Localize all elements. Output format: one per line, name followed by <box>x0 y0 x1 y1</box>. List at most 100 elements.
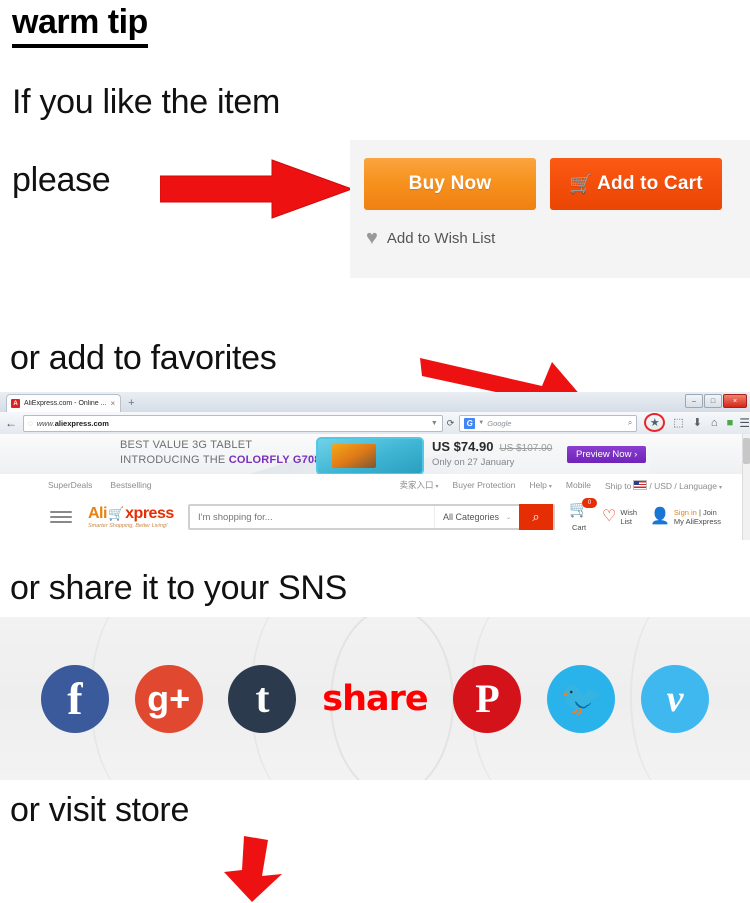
wish-list-label: Add to Wish List <box>386 229 496 247</box>
account-button[interactable]: 👤 Sign in | Join My AliExpress <box>650 508 721 526</box>
nav-buyer-protection[interactable]: Buyer Protection <box>453 480 516 490</box>
promo-line-1: BEST VALUE 3G TABLET <box>120 439 253 451</box>
window-controls: – □ × <box>685 394 747 408</box>
facebook-icon[interactable]: f <box>40 664 109 733</box>
url-bar[interactable]: ◌ www.aliexpress.com ▼ <box>23 414 443 432</box>
purchase-button-row: Buy Now 🛒 Add to Cart <box>364 158 722 210</box>
new-tab-button[interactable]: + <box>123 395 139 412</box>
menu-icon[interactable]: ☰ <box>739 416 750 430</box>
googleplus-icon[interactable]: g+ <box>134 664 203 733</box>
scrollbar[interactable] <box>742 434 750 540</box>
library-icon[interactable]: ⬚ <box>673 417 683 429</box>
promo-date: Only on 27 January <box>432 457 515 468</box>
buy-now-button[interactable]: Buy Now <box>364 158 536 210</box>
chevron-down-icon[interactable]: ▼ <box>478 420 484 426</box>
browser-tab-strip: A AliExpress.com - Online ... × + <box>6 394 140 412</box>
browser-toolbar: ← ◌ www.aliexpress.com ▼ ⟳ G ▼ Google ⌕ … <box>0 412 750 435</box>
chevron-down-icon: ⌄ <box>506 514 512 521</box>
bookmark-star-button[interactable]: ★ <box>644 412 666 433</box>
promo-text: BEST VALUE 3G TABLET INTRODUCING THE COL… <box>120 438 321 468</box>
download-icon[interactable]: ⬇ <box>693 417 702 429</box>
add-to-cart-label: Add to Cart <box>597 173 703 194</box>
scrollbar-thumb[interactable] <box>743 438 750 464</box>
preview-now-button[interactable]: Preview Now › <box>567 446 647 463</box>
pinterest-icon[interactable]: P <box>453 664 522 733</box>
minimize-button[interactable]: – <box>685 394 703 408</box>
nav-seller-entrance[interactable]: 卖家入口 ▾ <box>400 479 439 491</box>
logo-xpress: xpress <box>125 504 174 522</box>
favicon-icon: A <box>11 399 20 408</box>
aliexpress-logo[interactable]: Ali 🛒 xpress Smarter Shopping, Better Li… <box>88 504 174 529</box>
search-input[interactable] <box>190 506 434 528</box>
nav-ship-to[interactable]: Ship to / USD / Language ▾ <box>605 479 722 491</box>
tab-title: AliExpress.com - Online ... <box>24 400 107 407</box>
promo-brand: COLORFLY G708 <box>228 454 321 466</box>
hamburger-menu-icon[interactable] <box>50 511 72 523</box>
vimeo-icon[interactable]: v <box>641 664 710 733</box>
aliexpress-page: BEST VALUE 3G TABLET INTRODUCING THE COL… <box>0 434 750 540</box>
cart-label: Cart <box>571 523 587 532</box>
favorites-heading: or add to favorites <box>10 339 277 377</box>
promo-line-2: INTRODUCING THE COLORFLY G708 <box>120 454 321 466</box>
share-label: share <box>322 678 428 719</box>
cart-button[interactable]: 🛒 0 Cart <box>569 498 598 532</box>
page-title: warm tip <box>12 2 148 48</box>
arrow-right-icon <box>160 159 352 219</box>
add-to-cart-button[interactable]: 🛒 Add to Cart <box>550 158 722 210</box>
highlight-circle <box>644 412 666 432</box>
tablet-product-image <box>316 437 424 474</box>
url-text: www.aliexpress.com <box>36 418 109 428</box>
user-icon: 👤 <box>650 508 670 525</box>
logo-ali: Ali <box>88 504 107 522</box>
aliexpress-main-header: Ali 🛒 xpress Smarter Shopping, Better Li… <box>0 496 744 538</box>
maximize-button[interactable]: □ <box>704 394 722 408</box>
top-nav-right: 卖家入口 ▾ Buyer Protection Help ▾ Mobile Ship… <box>400 479 722 491</box>
account-label: Sign in | Join My AliExpress <box>673 508 722 526</box>
twitter-icon[interactable]: 🐦 <box>547 664 616 733</box>
close-icon[interactable]: × <box>110 399 115 408</box>
home-icon[interactable]: ⌂ <box>711 417 718 429</box>
extension-icon[interactable]: ■ <box>727 417 734 429</box>
us-flag-icon <box>633 479 648 490</box>
logo-tagline: Smarter Shopping, Better Living! <box>88 522 168 529</box>
top-nav-left: SuperDeals Bestselling <box>48 480 152 490</box>
nav-bestselling[interactable]: Bestselling <box>110 480 151 490</box>
wish-list-button[interactable]: ♡ Wish List <box>602 508 637 526</box>
globe-icon: ◌ <box>28 418 33 428</box>
aliexpress-top-nav: SuperDeals Bestselling 卖家入口 ▾ Buyer Prote… <box>0 474 744 497</box>
reload-icon[interactable]: ⟳ <box>447 418 455 429</box>
promo-old-price: US $107.00 <box>499 443 553 454</box>
search-engine-label: Google <box>487 418 512 428</box>
nav-mobile[interactable]: Mobile <box>566 480 591 490</box>
close-window-button[interactable]: × <box>723 394 747 408</box>
sns-heading: or share it to your SNS <box>10 569 348 607</box>
logo-cart-icon: 🛒 <box>107 506 125 521</box>
wish-list-label: Wish List <box>620 508 637 526</box>
add-to-wish-list-button[interactable]: ♥ Add to Wish List <box>366 228 495 248</box>
visit-store-heading: or visit store <box>10 791 190 829</box>
promo-banner[interactable]: BEST VALUE 3G TABLET INTRODUCING THE COL… <box>0 434 744 474</box>
google-icon: G <box>464 417 476 429</box>
sign-in-link: Sign in <box>673 508 697 517</box>
toolbar-icon-group: ★ ⬚ ⬇ ⌂ ■ <box>644 412 734 433</box>
intro-line-2: please <box>12 161 111 199</box>
nav-help[interactable]: Help ▾ <box>529 480 552 490</box>
heart-icon: ♥ <box>366 227 378 249</box>
browser-search-box[interactable]: G ▼ Google ⌕ <box>459 414 638 432</box>
search-button[interactable]: ⌕ <box>519 504 554 530</box>
all-categories-label: All Categories <box>443 512 500 522</box>
promo-price: US $74.90 <box>432 439 494 454</box>
promo-price-area: US $74.90 US $107.00 Only on 27 January <box>432 439 552 468</box>
browser-tab[interactable]: A AliExpress.com - Online ... × <box>6 394 122 412</box>
all-categories-dropdown[interactable]: All Categories ⌄ <box>434 506 519 528</box>
nav-superdeals[interactable]: SuperDeals <box>48 480 92 490</box>
heart-icon: ♡ <box>601 508 617 525</box>
chevron-down-icon[interactable]: ▼ <box>431 420 438 427</box>
purchase-panel: Buy Now 🛒 Add to Cart ♥ Add to Wish List <box>350 140 750 278</box>
arrow-down-icon <box>224 836 282 902</box>
back-icon[interactable]: ← <box>5 416 17 430</box>
search-icon[interactable]: ⌕ <box>628 418 632 428</box>
intro-line-1: If you like the item <box>12 83 281 121</box>
cart-count-badge: 0 <box>582 498 598 508</box>
tumblr-icon[interactable]: t <box>228 664 297 733</box>
